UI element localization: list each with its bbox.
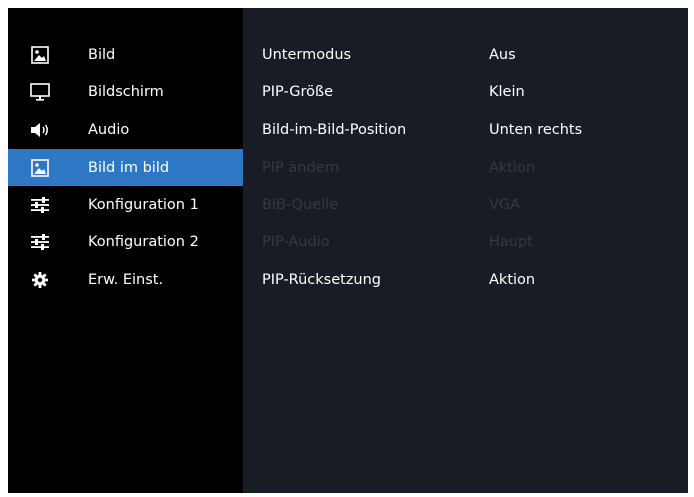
setting-name: PIP-Rücksetzung xyxy=(262,271,382,288)
setting-value: VGA xyxy=(489,196,521,213)
setting-value: Klein xyxy=(489,83,525,100)
sliders-icon xyxy=(30,196,50,214)
setting-row-pip-aendern: PIP ändern Aktion xyxy=(243,149,688,186)
setting-name: PIP ändern xyxy=(262,159,340,176)
setting-name: PIP-Größe xyxy=(262,83,334,100)
sidebar-item-label: Konfiguration 2 xyxy=(88,233,199,250)
picture-icon xyxy=(30,45,50,64)
sidebar-item-label: Bild im bild xyxy=(88,159,170,176)
setting-row-pip-audio: PIP-Audio Haupt xyxy=(243,223,688,260)
setting-row-bib-quelle: BiB-Quelle VGA xyxy=(243,186,688,223)
setting-name: BiB-Quelle xyxy=(262,196,339,213)
settings-panel: Untermodus Aus PIP-Größe Klein Bild-im-B… xyxy=(243,8,688,493)
sidebar-item-bild[interactable]: Bild xyxy=(8,36,243,73)
setting-name: PIP-Audio xyxy=(262,233,330,250)
sidebar-item-erw-einst[interactable]: Erw. Einst. xyxy=(8,261,243,298)
gear-icon xyxy=(30,271,50,289)
sidebar-item-konfiguration-2[interactable]: Konfiguration 2 xyxy=(8,223,243,260)
sidebar-item-label: Konfiguration 1 xyxy=(88,196,199,213)
setting-row-pip-groesse[interactable]: PIP-Größe Klein xyxy=(243,73,688,110)
speaker-icon xyxy=(30,121,50,139)
monitor-icon xyxy=(30,82,50,101)
sidebar-item-audio[interactable]: Audio xyxy=(8,111,243,148)
sidebar-item-konfiguration-1[interactable]: Konfiguration 1 xyxy=(8,186,243,223)
sidebar-item-label: Audio xyxy=(88,121,130,138)
picture-in-picture-icon xyxy=(30,158,50,177)
setting-value: Aus xyxy=(489,46,516,63)
setting-name: Bild-im-Bild-Position xyxy=(262,121,407,138)
sidebar: Bild Bildschirm Audio Bild im bild Konfi… xyxy=(8,8,243,493)
setting-row-bild-im-bild-position[interactable]: Bild-im-Bild-Position Unten rechts xyxy=(243,111,688,148)
setting-row-untermodus[interactable]: Untermodus Aus xyxy=(243,36,688,73)
setting-row-pip-ruecksetzung[interactable]: PIP-Rücksetzung Aktion xyxy=(243,261,688,298)
setting-value: Aktion xyxy=(489,159,536,176)
setting-value: Haupt xyxy=(489,233,533,250)
osd-menu: Bild Bildschirm Audio Bild im bild Konfi… xyxy=(8,8,688,493)
sidebar-item-label: Bild xyxy=(88,46,116,63)
setting-value: Unten rechts xyxy=(489,121,583,138)
sliders-icon xyxy=(30,233,50,251)
setting-name: Untermodus xyxy=(262,46,352,63)
sidebar-item-bildschirm[interactable]: Bildschirm xyxy=(8,73,243,110)
sidebar-item-label: Erw. Einst. xyxy=(88,271,164,288)
sidebar-item-label: Bildschirm xyxy=(88,83,164,100)
sidebar-item-bild-im-bild[interactable]: Bild im bild xyxy=(8,149,243,186)
setting-value: Aktion xyxy=(489,271,536,288)
